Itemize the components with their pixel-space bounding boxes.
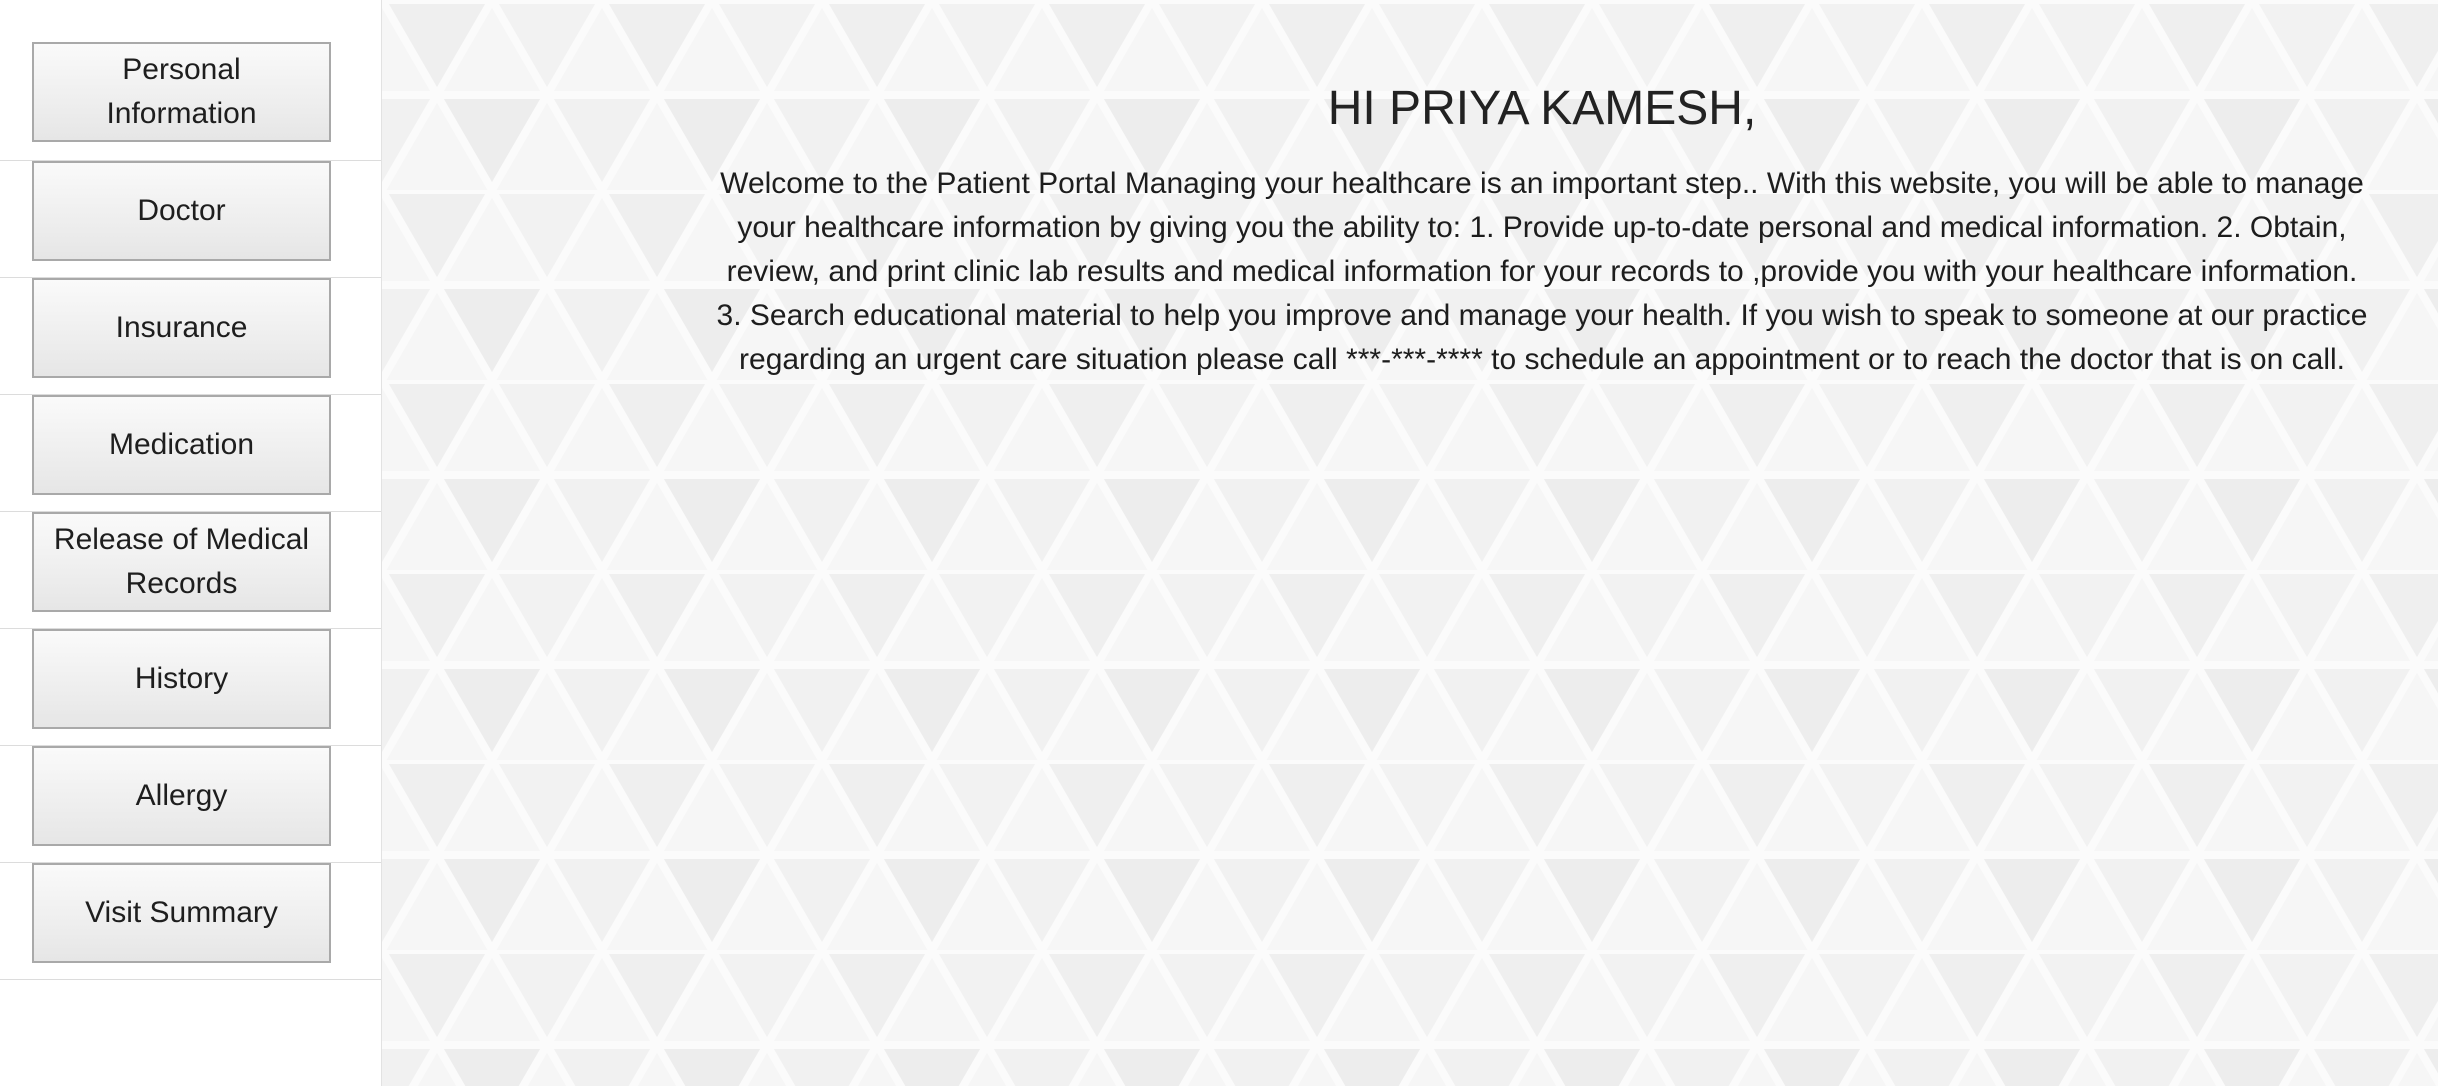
visit-summary-button[interactable]: Visit Summary bbox=[32, 863, 331, 963]
sidebar-cell: Visit Summary bbox=[0, 863, 381, 980]
allergy-button[interactable]: Allergy bbox=[32, 746, 331, 846]
sidebar-cell: History bbox=[0, 629, 381, 746]
history-button[interactable]: History bbox=[32, 629, 331, 729]
greeting-heading: HI PRIYA KAMESH, bbox=[1327, 82, 1757, 135]
sidebar-cell: Doctor bbox=[0, 161, 381, 278]
sidebar-cell: Medication bbox=[0, 395, 381, 512]
sidebar-cell: Insurance bbox=[0, 278, 381, 395]
sidebar-cell: Release of Medical Records bbox=[0, 512, 381, 629]
patient-portal: Personal Information Doctor Insurance Me… bbox=[0, 0, 2438, 1086]
main-content: HI PRIYA KAMESH, Welcome to the Patient … bbox=[382, 0, 2438, 1086]
release-of-medical-records-button[interactable]: Release of Medical Records bbox=[32, 512, 331, 612]
sidebar-cell: Personal Information bbox=[0, 42, 381, 161]
sidebar-nav: Personal Information Doctor Insurance Me… bbox=[0, 0, 382, 1086]
insurance-button[interactable]: Insurance bbox=[32, 278, 331, 378]
welcome-section: HI PRIYA KAMESH, Welcome to the Patient … bbox=[682, 78, 2402, 382]
medication-button[interactable]: Medication bbox=[32, 395, 331, 495]
doctor-button[interactable]: Doctor bbox=[32, 161, 331, 261]
sidebar-cell: Allergy bbox=[0, 746, 381, 863]
welcome-message: Welcome to the Patient Portal Managing y… bbox=[716, 167, 2368, 376]
personal-information-button[interactable]: Personal Information bbox=[32, 42, 331, 142]
